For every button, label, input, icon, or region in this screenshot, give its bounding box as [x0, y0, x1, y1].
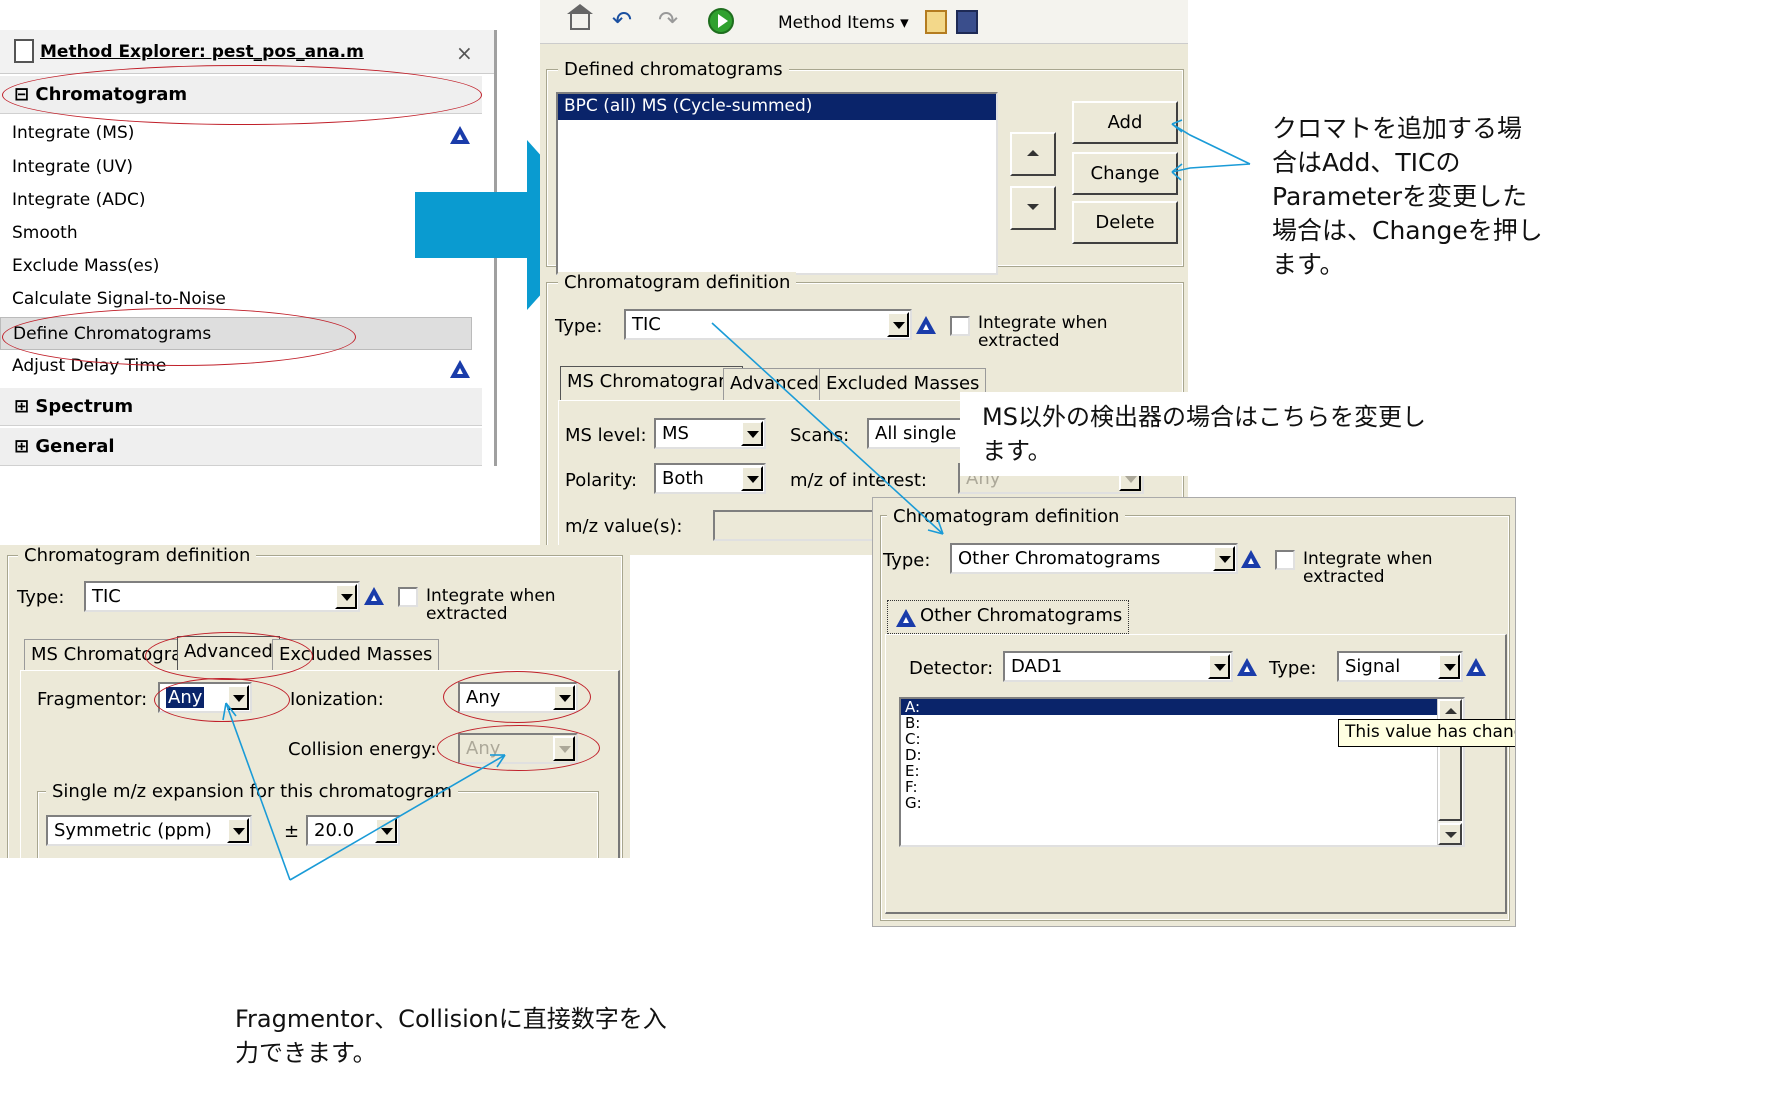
callout-lines [222, 119, 1251, 881]
